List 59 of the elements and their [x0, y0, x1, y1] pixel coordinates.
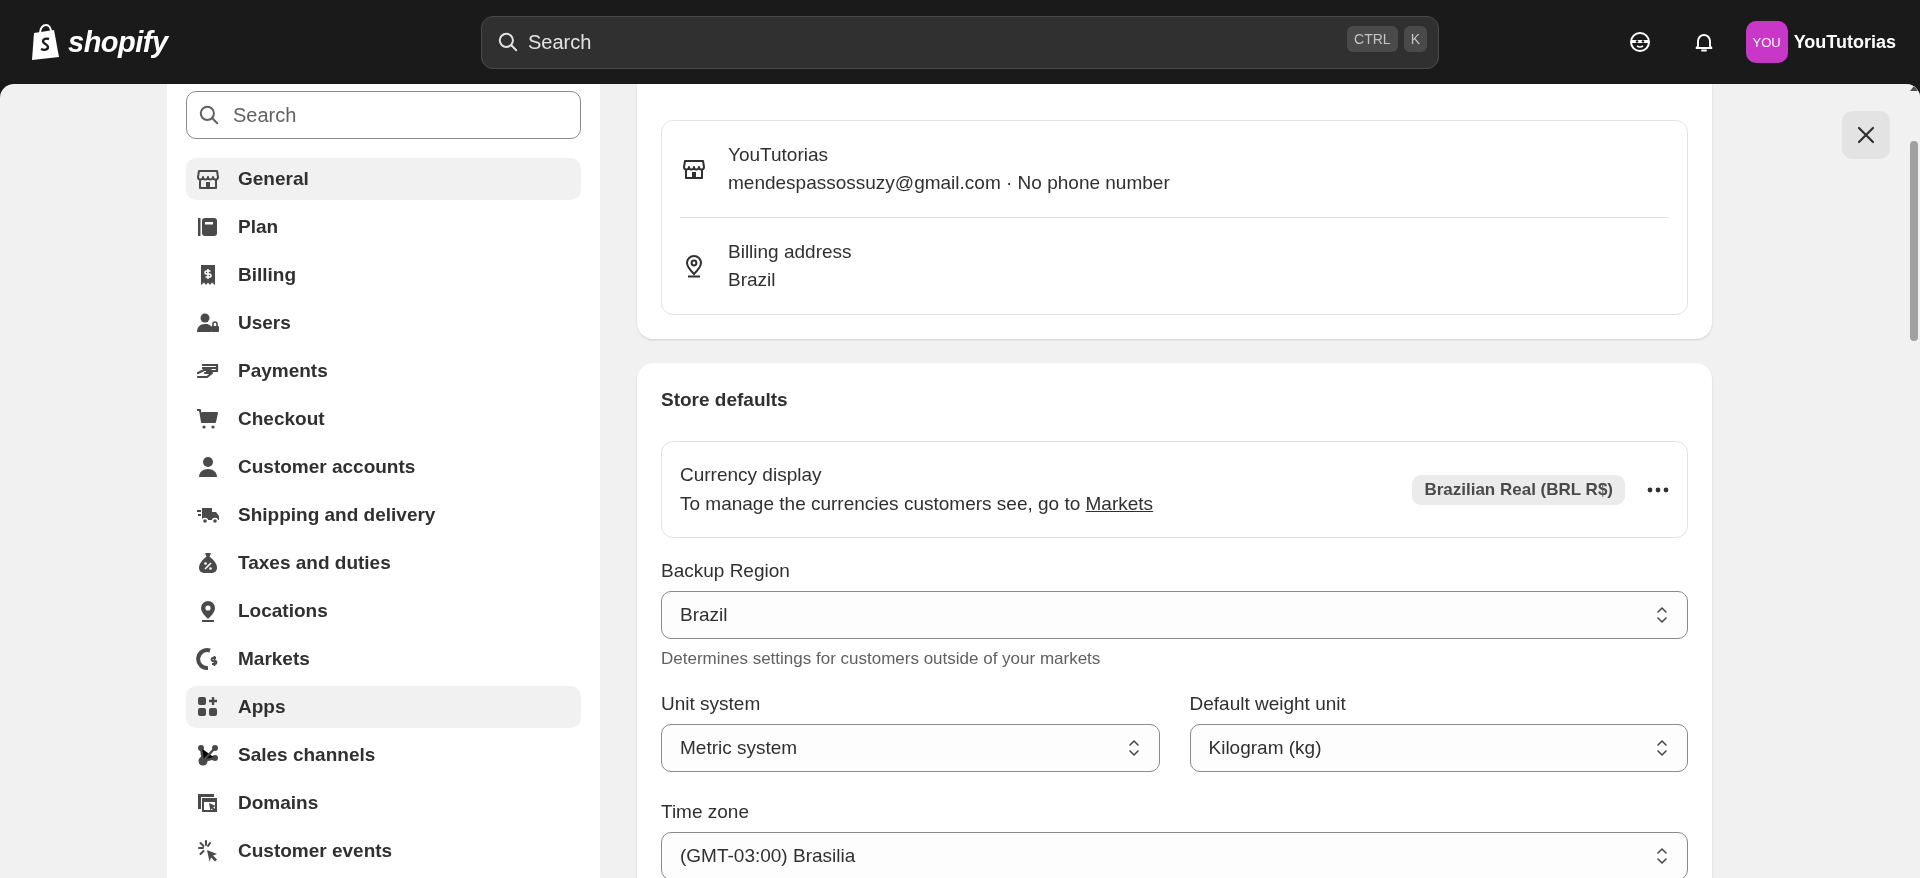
store-icon: [682, 157, 706, 181]
sidebar-item[interactable]: Billing: [186, 254, 581, 296]
shopping-bag-icon: [30, 24, 62, 60]
field-label: Unit system: [661, 693, 762, 715]
book-icon: [196, 215, 220, 239]
shortcut-key: CTRL: [1347, 25, 1398, 52]
money-bag-percent-icon: [196, 551, 220, 575]
section-title: Store defaults: [661, 389, 789, 411]
select-field[interactable]: (GMT-03:00) Brasilia: [661, 832, 1688, 878]
sidebar-item[interactable]: Sales channels: [186, 734, 581, 776]
currency-tag: Brazilian Real (BRL R$): [1412, 474, 1625, 505]
search-icon: [198, 104, 220, 126]
apps-grid-icon: [196, 695, 220, 719]
sidebar-item[interactable]: Checkout: [186, 398, 581, 440]
store-icon: [196, 167, 220, 191]
billing-address-label: Billing address: [728, 241, 852, 263]
sidebar-item[interactable]: Users: [186, 302, 581, 344]
store-avatar[interactable]: YOU: [1745, 21, 1788, 63]
sidebar-item[interactable]: Taxes and duties: [186, 542, 581, 584]
sidebar-item[interactable]: Markets: [186, 638, 581, 680]
sidebar-search-field[interactable]: Search: [186, 91, 581, 139]
chevron-up-down-icon: [1655, 737, 1669, 759]
cart-icon: [196, 407, 220, 431]
select-field[interactable]: Brazil: [661, 591, 1688, 639]
select-field[interactable]: Metric system: [661, 724, 1160, 772]
person-lock-icon: [196, 311, 220, 335]
cursor-click-icon: [196, 839, 220, 863]
field-label: Default weight unit: [1189, 693, 1347, 715]
more-options-icon[interactable]: [1647, 486, 1669, 493]
field-label: Time zone: [661, 801, 750, 823]
currency-label: Currency display: [680, 464, 823, 486]
logo-wordmark[interactable]: shopify: [68, 25, 168, 59]
close-button[interactable]: [1842, 111, 1890, 159]
sidebar-item[interactable]: Customer accounts: [186, 446, 581, 488]
currency-note: To manage the currencies customers see, go to Markets: [680, 493, 1155, 515]
field-label: Backup Region: [661, 560, 791, 582]
select-field[interactable]: Kilogram (kg): [1189, 724, 1688, 772]
sidebar-item[interactable]: Locations: [186, 590, 581, 632]
store-name: YouTutorias: [728, 144, 829, 166]
billing-address-value: Brazil: [728, 269, 777, 291]
sidebar-item[interactable]: Customer events: [186, 830, 581, 872]
chevron-up-down-icon: [1126, 737, 1141, 759]
store-contact: mendespassossuzy@gmail.com · No phone number: [728, 172, 1170, 194]
chevron-up-down-icon: [1655, 604, 1669, 626]
nodes-icon: [196, 743, 220, 767]
sidebar-item[interactable]: General: [186, 158, 581, 200]
person-icon: [196, 455, 220, 479]
browser-cursor-icon: [196, 791, 220, 815]
search-icon: [497, 30, 519, 53]
sidebar-item[interactable]: Payments: [186, 350, 581, 392]
sidebar-item[interactable]: Plan: [186, 206, 581, 248]
chevron-up-down-icon: [1655, 845, 1669, 867]
close-icon: [1857, 126, 1875, 144]
markets-link[interactable]: Markets: [1085, 493, 1154, 514]
store-name[interactable]: YouTutorias: [1793, 31, 1896, 53]
help-text: Determines settings for customers outside of your markets: [661, 649, 1102, 669]
sidebar-item[interactable]: Shipping and delivery: [186, 494, 581, 536]
sidebar-item[interactable]: Apps: [186, 686, 581, 728]
sidebar-item[interactable]: Domains: [186, 782, 581, 824]
